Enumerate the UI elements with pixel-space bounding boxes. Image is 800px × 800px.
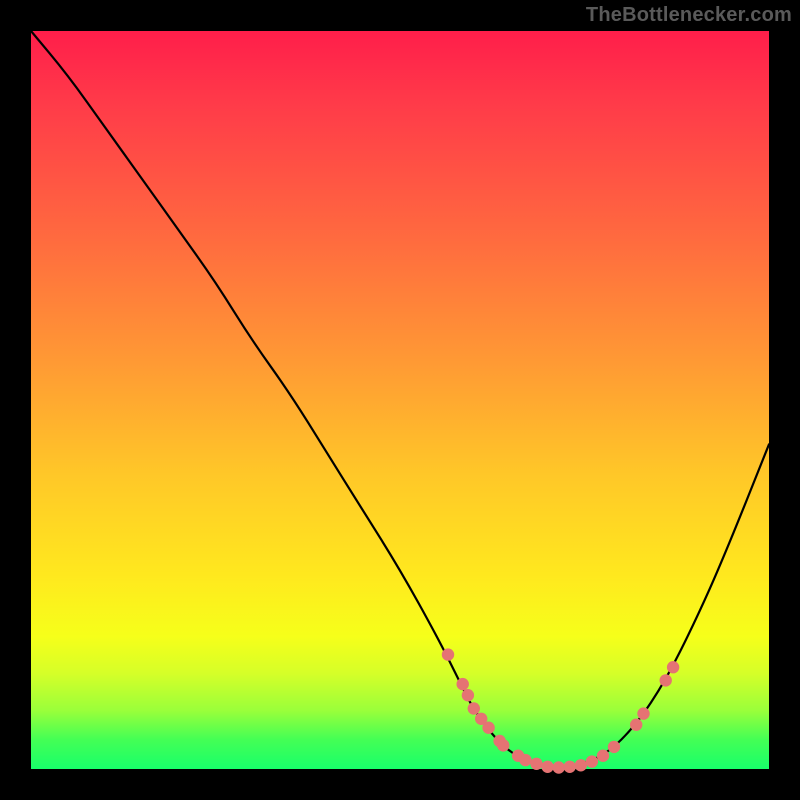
watermark-text: TheBottlenecker.com — [586, 4, 792, 27]
marker-dot — [608, 741, 620, 753]
marker-dot — [667, 661, 679, 673]
marker-dot — [462, 689, 474, 701]
chart-frame: TheBottlenecker.com — [0, 0, 800, 800]
marker-dot — [482, 722, 494, 734]
marker-dot — [457, 678, 469, 690]
marker-dot — [541, 761, 553, 773]
marker-dot — [564, 761, 576, 773]
marker-dot — [442, 648, 454, 660]
marker-dot — [660, 674, 672, 686]
bottleneck-curve — [31, 31, 769, 766]
marker-dot — [575, 759, 587, 771]
marker-dot — [597, 750, 609, 762]
curve-svg — [31, 31, 769, 769]
marker-dot — [586, 755, 598, 767]
marker-dots — [442, 648, 680, 773]
marker-dot — [468, 702, 480, 714]
marker-dot — [630, 719, 642, 731]
plot-gradient-area — [31, 31, 769, 769]
marker-dot — [530, 758, 542, 770]
marker-dot — [497, 739, 509, 751]
marker-dot — [553, 761, 565, 773]
marker-dot — [519, 754, 531, 766]
marker-dot — [637, 707, 649, 719]
